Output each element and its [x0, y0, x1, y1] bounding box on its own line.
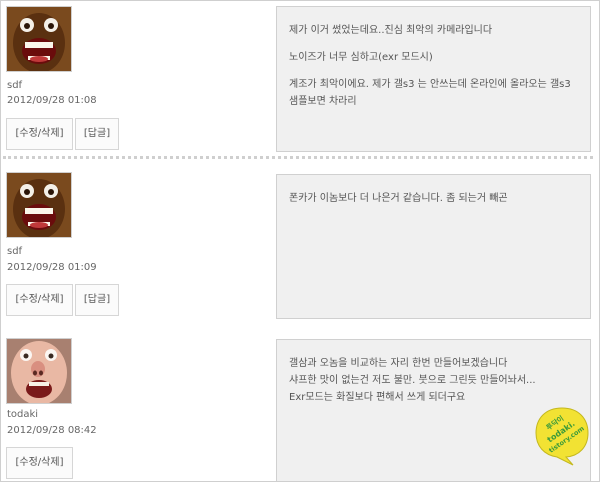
- avatar-laughing-face-image: [7, 7, 71, 71]
- comment-line: 계조가 최악이에요. 제가 갤s3 는 안쓰는데 온라인에 올라오는 갤s3: [289, 79, 571, 90]
- comment-line: 폰카가 이놈보다 더 나은거 같습니다. 좀 되는거 빼곤: [289, 193, 508, 204]
- comment-line: Exr모드는 화질보다 편해서 쓰게 되더구요: [289, 392, 466, 403]
- comment-list: sdf 2012/09/28 01:08 [수정/삭제] [답글] 제가 이거 …: [0, 0, 600, 482]
- comment-body: 제가 이거 썼었는데요..진심 최악의 카메라입니다 노이즈가 너무 심하고(e…: [276, 6, 591, 152]
- avatar: [6, 338, 72, 404]
- comment-line: 노이즈가 너무 심하고(exr 모드시): [289, 52, 433, 63]
- comment-author: sdf: [7, 80, 23, 91]
- comment-date: 2012/09/28 08:42: [7, 425, 97, 436]
- avatar: [6, 172, 72, 238]
- reply-button[interactable]: [답글]: [75, 284, 119, 316]
- comment-author: todaki: [7, 409, 39, 420]
- reply-button[interactable]: [답글]: [75, 118, 119, 150]
- avatar-surprised-face-image: [7, 339, 71, 403]
- edit-delete-button[interactable]: [수정/삭제]: [6, 284, 73, 316]
- edit-delete-button[interactable]: [수정/삭제]: [6, 118, 73, 150]
- avatar: [6, 6, 72, 72]
- speech-bubble-icon: 투닥이 todaki. tistory.com: [535, 407, 589, 466]
- comment-date: 2012/09/28 01:09: [7, 262, 97, 273]
- avatar-laughing-face-image: [7, 173, 71, 237]
- comment-line: 갤삼과 오놈을 비교하는 자리 한번 만들어보겠습니다: [289, 358, 508, 369]
- comment-divider: [3, 156, 593, 159]
- comment-author: sdf: [7, 246, 23, 257]
- comment-date: 2012/09/28 01:08: [7, 95, 97, 106]
- comment-body: 폰카가 이놈보다 더 나은거 같습니다. 좀 되는거 빼곤: [276, 174, 591, 319]
- comment-line: 제가 이거 썼었는데요..진심 최악의 카메라입니다: [289, 25, 493, 36]
- comment-line: 샤프한 맛이 없는건 저도 불만. 붓으로 그린듯 만들어놔서...: [289, 375, 536, 386]
- edit-delete-button[interactable]: [수정/삭제]: [6, 447, 73, 479]
- comment-line: 샘플보면 차라리: [289, 96, 357, 107]
- watermark-sticker: 투닥이 todaki. tistory.com: [533, 405, 591, 471]
